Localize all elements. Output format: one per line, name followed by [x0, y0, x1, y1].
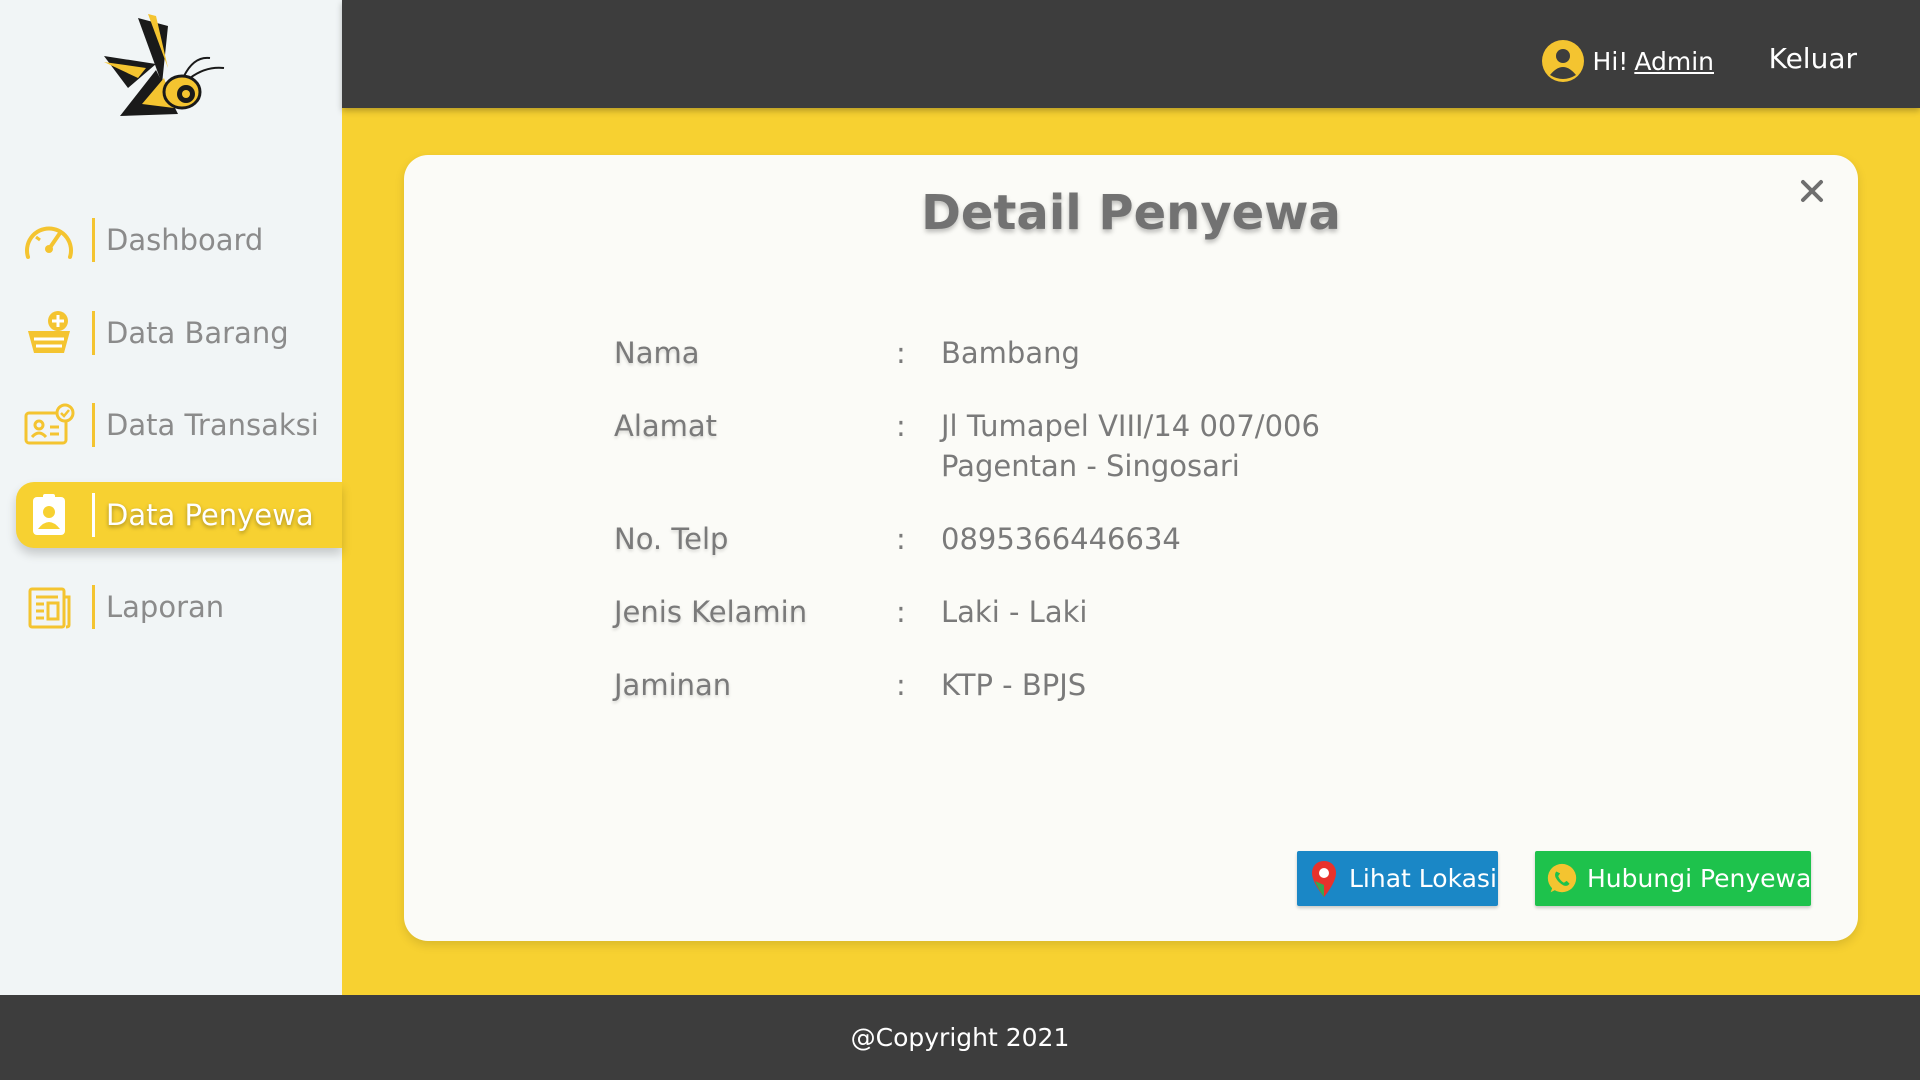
- sidebar-item-label: Laporan: [106, 590, 225, 624]
- field-label: Alamat: [614, 409, 718, 443]
- field-value: KTP - BPJS: [941, 668, 1087, 702]
- field-label: Jaminan: [614, 668, 732, 702]
- detail-penyewa-card: Detail Penyewa Nama : Bambang Alamat : J…: [404, 155, 1858, 941]
- address-line-1: Jl Tumapel VIII/14 007/006: [941, 409, 1320, 443]
- detail-row-alamat: Alamat : Jl Tumapel VIII/14 007/006 Page…: [614, 406, 1541, 486]
- lihat-lokasi-button[interactable]: Lihat Lokasi: [1297, 851, 1498, 906]
- sidebar-item-label: Data Transaksi: [106, 408, 319, 442]
- map-pin-icon: [1307, 859, 1341, 899]
- nav-separator: [92, 585, 95, 629]
- admin-profile-link[interactable]: Admin: [1634, 47, 1714, 76]
- field-label: Jenis Kelamin: [614, 595, 808, 629]
- sidebar-item-label: Dashboard: [106, 223, 264, 257]
- detail-row-jenis-kelamin: Jenis Kelamin : Laki - Laki: [614, 592, 1541, 632]
- sidebar-item-data-penyewa[interactable]: Data Penyewa: [16, 482, 342, 548]
- sidebar-item-label: Data Penyewa: [106, 498, 314, 532]
- field-value: Laki - Laki: [941, 595, 1088, 629]
- address-line-2: Pagentan - Singosari: [941, 449, 1240, 483]
- logout-link[interactable]: Keluar: [1769, 42, 1857, 75]
- hubungi-penyewa-label: Hubungi Penyewa: [1587, 864, 1812, 893]
- sidebar-item-dashboard[interactable]: Dashboard: [16, 207, 342, 273]
- nav-separator: [92, 218, 95, 262]
- whatsapp-icon: [1545, 859, 1579, 899]
- hubungi-penyewa-button[interactable]: Hubungi Penyewa: [1535, 851, 1811, 906]
- field-separator: :: [896, 668, 906, 702]
- sidebar-item-label: Data Barang: [106, 316, 289, 350]
- nav-separator: [92, 403, 95, 447]
- bee-logo[interactable]: [98, 12, 232, 124]
- nav-separator: [92, 493, 95, 537]
- close-icon: [1800, 179, 1824, 207]
- id-card-check-icon: [16, 392, 82, 458]
- user-greeting: Hi! Admin: [1541, 38, 1714, 84]
- sidebar: Dashboard Data Barang Data Transaksi Dat…: [0, 0, 342, 995]
- detail-row-no-telp: No. Telp : 0895366446634: [614, 519, 1541, 559]
- footer: @Copyright 2021: [0, 995, 1920, 1080]
- contact-book-icon: [16, 482, 82, 548]
- basket-add-icon: [16, 300, 82, 366]
- user-avatar-icon: [1541, 39, 1585, 83]
- field-separator: :: [896, 336, 906, 370]
- card-title: Detail Penyewa: [921, 185, 1341, 241]
- report-document-icon: [16, 574, 82, 640]
- top-bar: Hi! Admin Keluar: [342, 0, 1920, 108]
- sidebar-item-data-transaksi[interactable]: Data Transaksi: [16, 392, 342, 458]
- field-value: Bambang: [941, 336, 1080, 370]
- greeting-text: Hi!: [1592, 46, 1629, 76]
- field-label: Nama: [614, 336, 700, 370]
- field-value: Jl Tumapel VIII/14 007/006 Pagentan - Si…: [941, 406, 1541, 486]
- field-value: 0895366446634: [941, 522, 1181, 556]
- copyright-text: @Copyright 2021: [850, 1023, 1070, 1052]
- field-separator: :: [896, 522, 906, 556]
- speedometer-icon: [16, 207, 82, 273]
- nav-separator: [92, 311, 95, 355]
- detail-row-nama: Nama : Bambang: [614, 333, 1541, 373]
- field-separator: :: [896, 409, 906, 443]
- field-label: No. Telp: [614, 522, 729, 556]
- sidebar-item-data-barang[interactable]: Data Barang: [16, 300, 342, 366]
- sidebar-item-laporan[interactable]: Laporan: [16, 574, 342, 640]
- lihat-lokasi-label: Lihat Lokasi: [1349, 864, 1497, 893]
- close-button[interactable]: [1792, 173, 1832, 213]
- field-separator: :: [896, 595, 906, 629]
- detail-row-jaminan: Jaminan : KTP - BPJS: [614, 665, 1541, 705]
